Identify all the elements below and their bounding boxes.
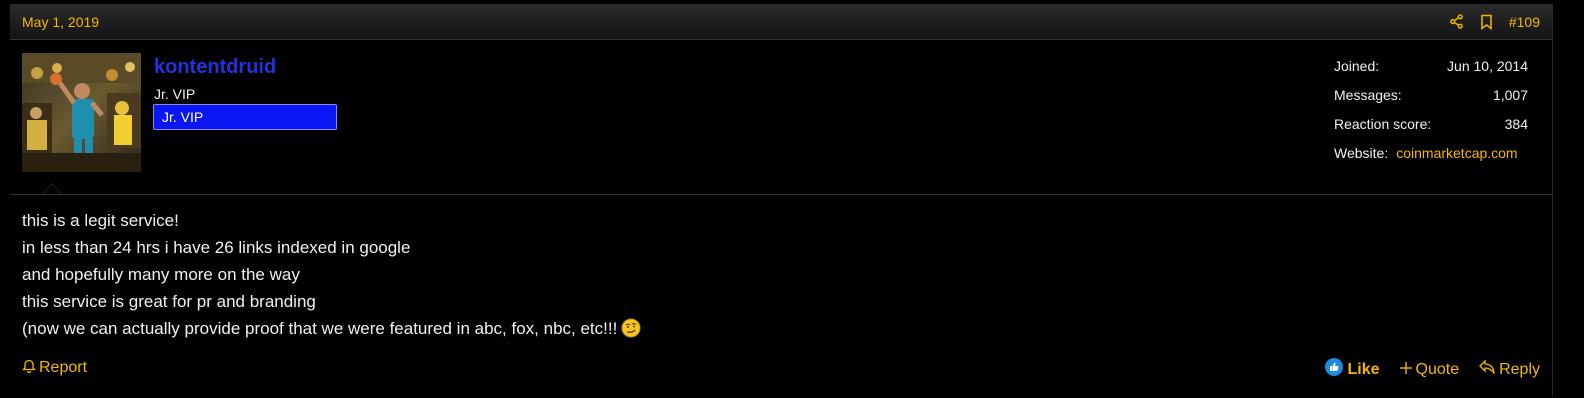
quote-button[interactable]: Quote — [1399, 360, 1460, 379]
message-line: and hopefully many more on the way — [22, 265, 300, 284]
username[interactable]: kontentdruid — [154, 56, 276, 79]
report-link[interactable]: Report — [21, 358, 88, 378]
smirk-emoji-icon — [621, 318, 641, 338]
stat-value: 1,007 — [1492, 87, 1528, 103]
stat-website: Website: coinmarketcap.com — [1334, 145, 1528, 174]
plus-icon — [1399, 361, 1412, 379]
message-line: in less than 24 hrs i have 26 links inde… — [22, 238, 411, 257]
like-button[interactable]: Like — [1325, 358, 1380, 381]
message-line: this service is great for pr and brandin… — [22, 292, 316, 311]
user-title: Jr. VIP — [154, 86, 196, 102]
stat-reaction-score: Reaction score: 384 — [1334, 116, 1528, 145]
quote-label: Quote — [1415, 360, 1460, 378]
like-label: Like — [1347, 360, 1380, 378]
post-actions: Like Quote Reply — [1325, 358, 1540, 381]
post-header: May 1, 2019 #109 — [10, 4, 1552, 40]
post-date[interactable]: May 1, 2019 — [22, 14, 99, 30]
user-block-pointer — [42, 183, 62, 194]
bookmark-icon[interactable] — [1480, 14, 1493, 30]
stat-label: Reaction score: — [1334, 116, 1432, 132]
message-line-last: (now we can actually provide proof that … — [22, 315, 641, 342]
stat-value: 384 — [1504, 116, 1528, 132]
report-label: Report — [39, 359, 88, 376]
post-number-link[interactable]: #109 — [1509, 14, 1540, 30]
message-line: this is a legit service! — [22, 211, 179, 230]
stat-joined: Joined: Jun 10, 2014 — [1334, 58, 1528, 87]
stat-label: Joined: — [1334, 58, 1380, 74]
share-icon[interactable] — [1449, 14, 1464, 29]
reply-button[interactable]: Reply — [1479, 359, 1540, 379]
reply-icon — [1479, 359, 1495, 379]
website-link[interactable]: coinmarketcap.com — [1396, 145, 1517, 174]
stat-label: Messages: — [1334, 87, 1402, 103]
avatar[interactable] — [22, 53, 141, 172]
like-icon — [1325, 358, 1344, 381]
message-line: (now we can actually provide proof that … — [22, 319, 618, 338]
stat-value: Jun 10, 2014 — [1447, 58, 1528, 74]
stat-label: Website: — [1334, 145, 1389, 161]
post-container: May 1, 2019 #109 kontentdruid Jr. VIP Jr… — [10, 4, 1553, 396]
bell-icon — [21, 358, 37, 378]
reply-label: Reply — [1499, 360, 1540, 378]
stat-messages: Messages: 1,007 — [1334, 87, 1528, 116]
user-banner: Jr. VIP — [153, 104, 337, 130]
message-body: this is a legit service! in less than 24… — [22, 207, 641, 342]
user-stats: Joined: Jun 10, 2014 Messages: 1,007 Rea… — [1334, 58, 1528, 174]
post-header-actions: #109 — [1449, 14, 1540, 30]
user-block: kontentdruid Jr. VIP Jr. VIP Joined: Jun… — [10, 40, 1552, 195]
